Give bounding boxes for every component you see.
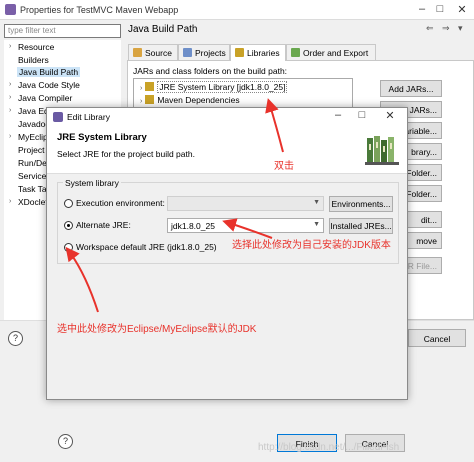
annotation-arrow-workspace-default xyxy=(65,246,99,313)
annotation-select-own-jdk: 选择此处修改为自己安装的JDK版本 xyxy=(232,240,391,251)
annotation-arrow-double-click xyxy=(265,98,284,153)
annotation-double-click: 双击 xyxy=(274,161,294,172)
annotation-arrows xyxy=(65,98,284,313)
annotation-select-default-jdk: 选中此处修改为Eclipse/MyEclipse默认的JDK xyxy=(57,324,257,335)
watermark: http://blog.csdn.net/.../FilledFish xyxy=(258,442,400,453)
